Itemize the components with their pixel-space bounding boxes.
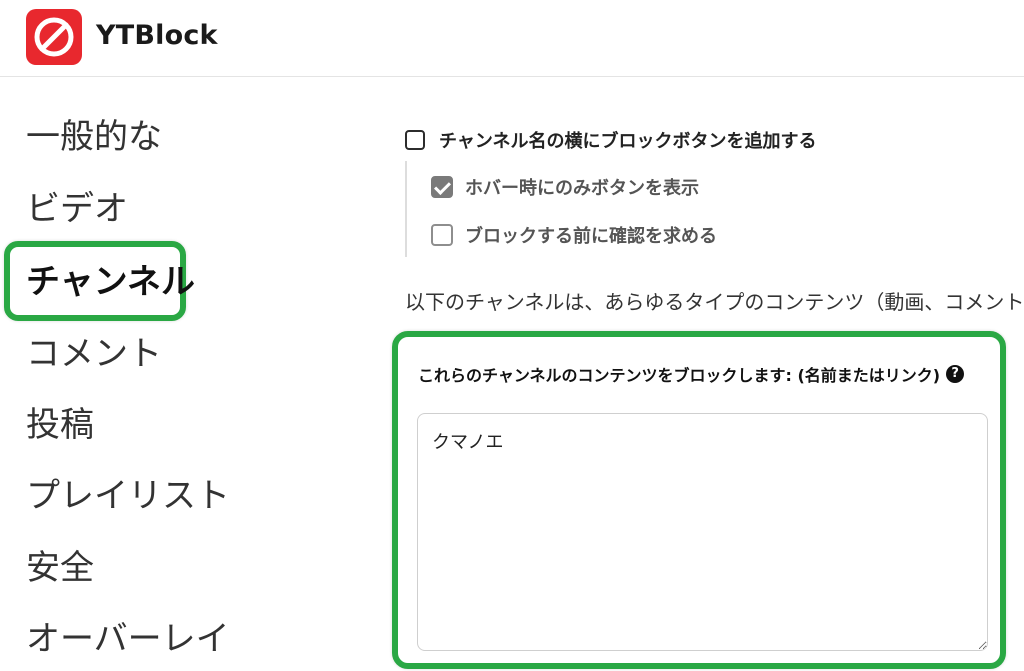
ytblock-logo-icon: [26, 9, 82, 65]
confirm-before-block-checkbox[interactable]: [431, 224, 453, 246]
sidebar-item-safety[interactable]: 安全: [26, 548, 94, 588]
app-title: YTBlock: [96, 20, 218, 51]
sidebar-item-comments[interactable]: コメント: [26, 334, 162, 374]
option-confirm-before-block[interactable]: ブロックする前に確認を求める: [431, 222, 717, 248]
option-show-on-hover[interactable]: ホバー時にのみボタンを表示: [431, 174, 699, 200]
add-block-button-checkbox[interactable]: [405, 130, 425, 150]
blocked-channels-textarea[interactable]: クマノエ: [417, 413, 988, 651]
app-header: YTBlock: [0, 0, 1024, 77]
show-on-hover-checkbox[interactable]: [431, 176, 453, 198]
sidebar-item-playlists[interactable]: プレイリスト: [26, 476, 230, 516]
block-list-label: これらのチャンネルのコンテンツをブロックします: (名前またはリンク) ?: [418, 362, 965, 386]
sidebar-item-overlay[interactable]: オーバーレイ: [26, 619, 230, 659]
block-list-label-text: これらのチャンネルのコンテンツをブロックします: (名前またはリンク): [418, 366, 941, 385]
add-block-button-label: チャンネル名の横にブロックボタンを追加する: [439, 131, 817, 152]
show-on-hover-label: ホバー時にのみボタンを表示: [465, 178, 699, 199]
channels-description: 以下のチャンネルは、あらゆるタイプのコンテンツ（動画、コメント、投: [405, 290, 1024, 314]
sidebar-item-posts[interactable]: 投稿: [26, 405, 94, 445]
confirm-before-block-label: ブロックする前に確認を求める: [465, 226, 717, 247]
sidebar-item-channel[interactable]: チャンネル: [26, 262, 195, 302]
question-circle-icon[interactable]: ?: [946, 365, 965, 383]
option-add-block-button[interactable]: チャンネル名の横にブロックボタンを追加する: [405, 127, 816, 153]
sub-options-divider: [405, 161, 407, 257]
sidebar-item-video[interactable]: ビデオ: [26, 189, 128, 229]
sidebar-item-general[interactable]: 一般的な: [26, 117, 162, 157]
